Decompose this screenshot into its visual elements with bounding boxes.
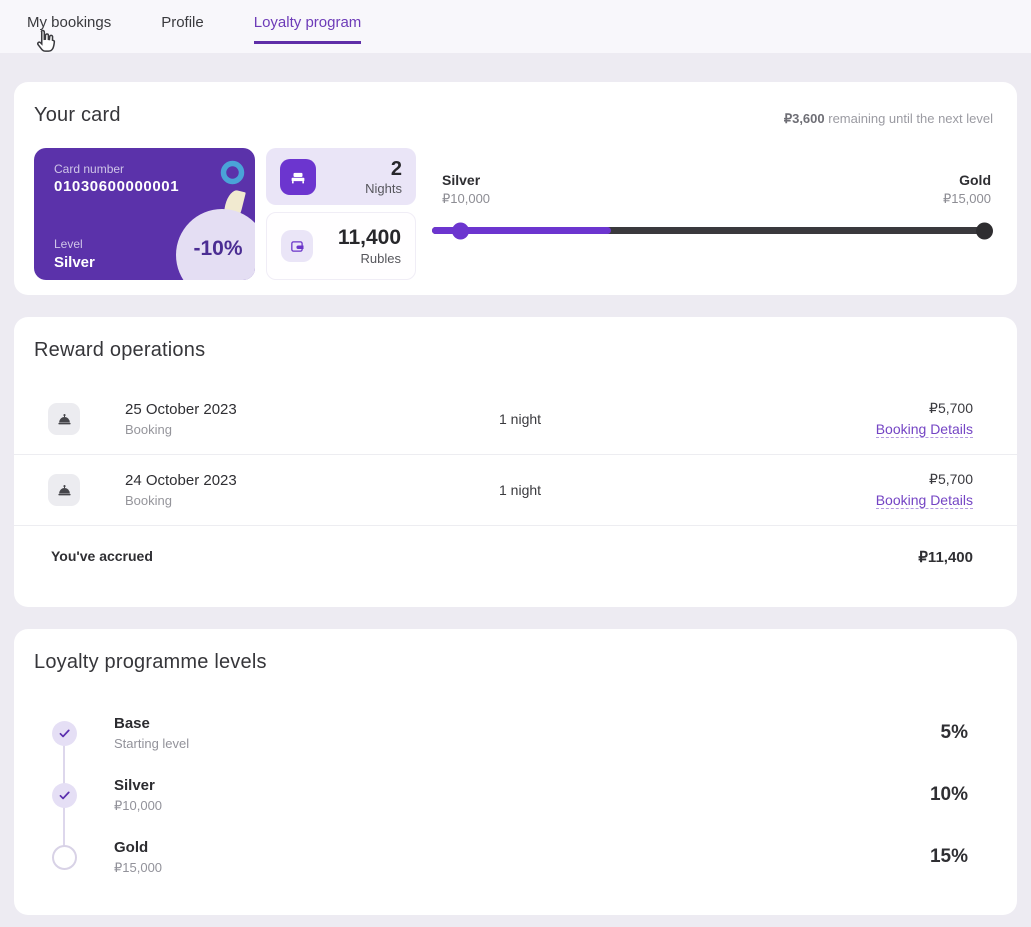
bed-icon [280,158,316,195]
progress-to-level: Gold [959,172,991,188]
progress-from-level: Silver [442,172,481,188]
reward-nights: 1 night [499,411,542,427]
reward-rows: 25 October 2023 Booking 1 night ₽5,700 B… [14,384,1017,526]
levels-timeline: Base Starting level 5% Silver ₽10,000 10… [14,702,1017,888]
accrued-amount: ₽11,400 [918,549,973,566]
tab-profile[interactable]: Profile [161,0,204,44]
reward-amount: ₽5,700 [929,399,973,416]
discount-badge: -10% [176,209,255,280]
wallet-icon [281,230,313,262]
level-name: Gold [114,838,149,856]
rubles-stat-tile: 11,400 Rubles [266,212,416,280]
cursor-hand-icon [37,29,56,52]
nights-stat-tile: 2 Nights [266,148,416,205]
check-icon [52,782,77,808]
level-progress-track[interactable] [432,222,993,239]
loyalty-levels-title: Loyalty programme levels [34,651,267,673]
discount-value: -10% [193,237,243,260]
progress-end-dot [976,222,993,239]
reward-operations-panel: Reward operations 25 October 2023 Bookin… [14,317,1017,607]
remaining-amount: ₽3,600 [783,111,825,126]
loyalty-card: Card number 01030600000001 Level Silver … [34,148,255,280]
booking-details-link[interactable]: Booking Details [875,492,973,509]
booking-details-link[interactable]: Booking Details [875,421,973,438]
accrued-label: You've accrued [51,548,153,564]
level-item-base: Base Starting level 5% [14,702,1017,764]
reward-row: 24 October 2023 Booking 1 night ₽5,700 B… [14,455,1017,526]
remaining-until-next-level: ₽3,600 remaining until the next level [784,111,993,127]
service-bell-icon [48,474,80,506]
level-item-silver: Silver ₽10,000 10% [14,764,1017,826]
reward-date: 25 October 2023 [125,401,237,418]
progress-from-label: Silver ₽10,000 [442,172,490,207]
card-row: Card number 01030600000001 Level Silver … [34,148,993,280]
reward-row-right: ₽5,700 Booking Details [875,399,973,439]
level-percent: 10% [929,784,968,805]
reward-date: 24 October 2023 [125,472,237,489]
loyalty-levels-panel: Loyalty programme levels Base Starting l… [14,629,1017,915]
reward-row-left: 25 October 2023 Booking [48,401,499,437]
level-threshold: ₽10,000 [114,797,163,813]
progress-current-dot[interactable] [451,222,469,239]
level-name: Silver [114,776,155,794]
accrued-total-row: You've accrued ₽11,400 [14,526,1017,566]
progress-to-value: ₽15,000 [942,191,991,206]
reward-row-left: 24 October 2023 Booking [48,472,499,508]
tab-loyalty-program[interactable]: Loyalty program [253,0,362,44]
progress-to-label: Gold ₽15,000 [943,172,991,207]
service-bell-icon [48,403,80,435]
check-icon [52,720,77,746]
level-threshold: ₽15,000 [114,859,163,875]
level-item-gold: Gold ₽15,000 15% [14,826,1017,888]
level-threshold: Starting level [114,736,190,751]
empty-circle-icon [52,844,77,870]
loyalty-program-page: My bookings Profile Loyalty program Your… [0,0,1031,927]
level-progress: Silver ₽10,000 Gold ₽15,000 [432,148,993,280]
reward-nights: 1 night [499,482,542,498]
ring-decoration-icon [220,160,245,185]
progress-from-value: ₽10,000 [442,191,491,206]
card-stats: 2 Nights 11,400 Rubles [266,148,416,280]
reward-type: Booking [125,493,172,508]
level-percent: 15% [929,846,968,867]
remaining-text: remaining until the next level [824,111,993,126]
level-name: Base [114,715,150,732]
reward-row: 25 October 2023 Booking 1 night ₽5,700 B… [14,384,1017,455]
your-card-panel: Your card ₽3,600 remaining until the nex… [14,82,1017,295]
nights-unit: Nights [365,180,402,196]
level-percent: 5% [940,722,968,743]
reward-type: Booking [125,422,172,437]
reward-operations-title: Reward operations [34,339,206,361]
top-tab-bar: My bookings Profile Loyalty program [0,0,1031,53]
reward-amount: ₽5,700 [929,470,973,487]
rubles-unit: Rubles [360,250,401,266]
nights-value: 2 [390,157,402,180]
reward-row-right: ₽5,700 Booking Details [875,470,973,510]
rubles-value: 11,400 [337,226,401,250]
